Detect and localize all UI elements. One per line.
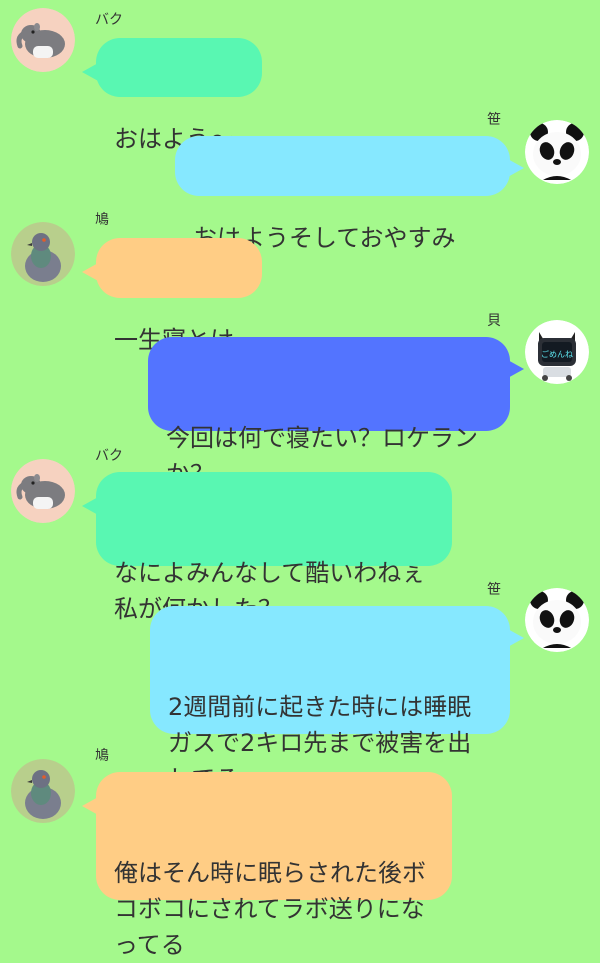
sender-name: 笹 — [487, 582, 501, 598]
message-bubble: なによみんなして酷いわねぇ私が何かした？ — [82, 472, 452, 623]
message-bubble: おはよう〜 — [82, 38, 262, 153]
message-bubble: 2週間前に起きた時には睡眠ガスで2キロ先まで被害を出してる — [150, 606, 524, 793]
bubble-tail — [506, 158, 524, 178]
robot-screen-text: ごめんね — [541, 349, 573, 359]
sender-name: 鳩 — [95, 748, 109, 764]
bubble-tail — [506, 628, 524, 648]
tapir-icon[interactable] — [11, 459, 75, 523]
bubble-tail — [82, 62, 100, 82]
sender-name: 鳩 — [95, 212, 109, 228]
robot-icon[interactable]: ごめんね — [525, 320, 589, 384]
panda-icon[interactable] — [525, 588, 589, 652]
sender-name: バク — [95, 12, 123, 28]
tapir-icon[interactable] — [11, 8, 75, 72]
message-bubble: 一生寝とけ — [82, 238, 262, 354]
sender-name: バク — [95, 448, 123, 464]
sender-name: 貝 — [487, 313, 501, 329]
bubble-tail — [506, 359, 524, 379]
message-bubble: 俺はそん時に眠らされた後ボコボコにされてラボ送りになってる — [82, 772, 452, 959]
pigeon-icon[interactable] — [11, 222, 75, 286]
bubble-tail — [82, 796, 100, 816]
message-bubble: 今回は何で寝たい？ロケランか？ — [148, 337, 524, 488]
message-text: 俺はそん時に眠らされた後ボコボコにされてラボ送りになってる — [114, 859, 426, 959]
message-bubble: おはようそしておやすみ — [175, 136, 524, 252]
bubble-tail — [82, 262, 100, 282]
bubble-tail — [82, 496, 100, 516]
sender-name: 笹 — [487, 112, 501, 128]
panda-icon[interactable] — [525, 120, 589, 184]
pigeon-icon[interactable] — [11, 759, 75, 823]
